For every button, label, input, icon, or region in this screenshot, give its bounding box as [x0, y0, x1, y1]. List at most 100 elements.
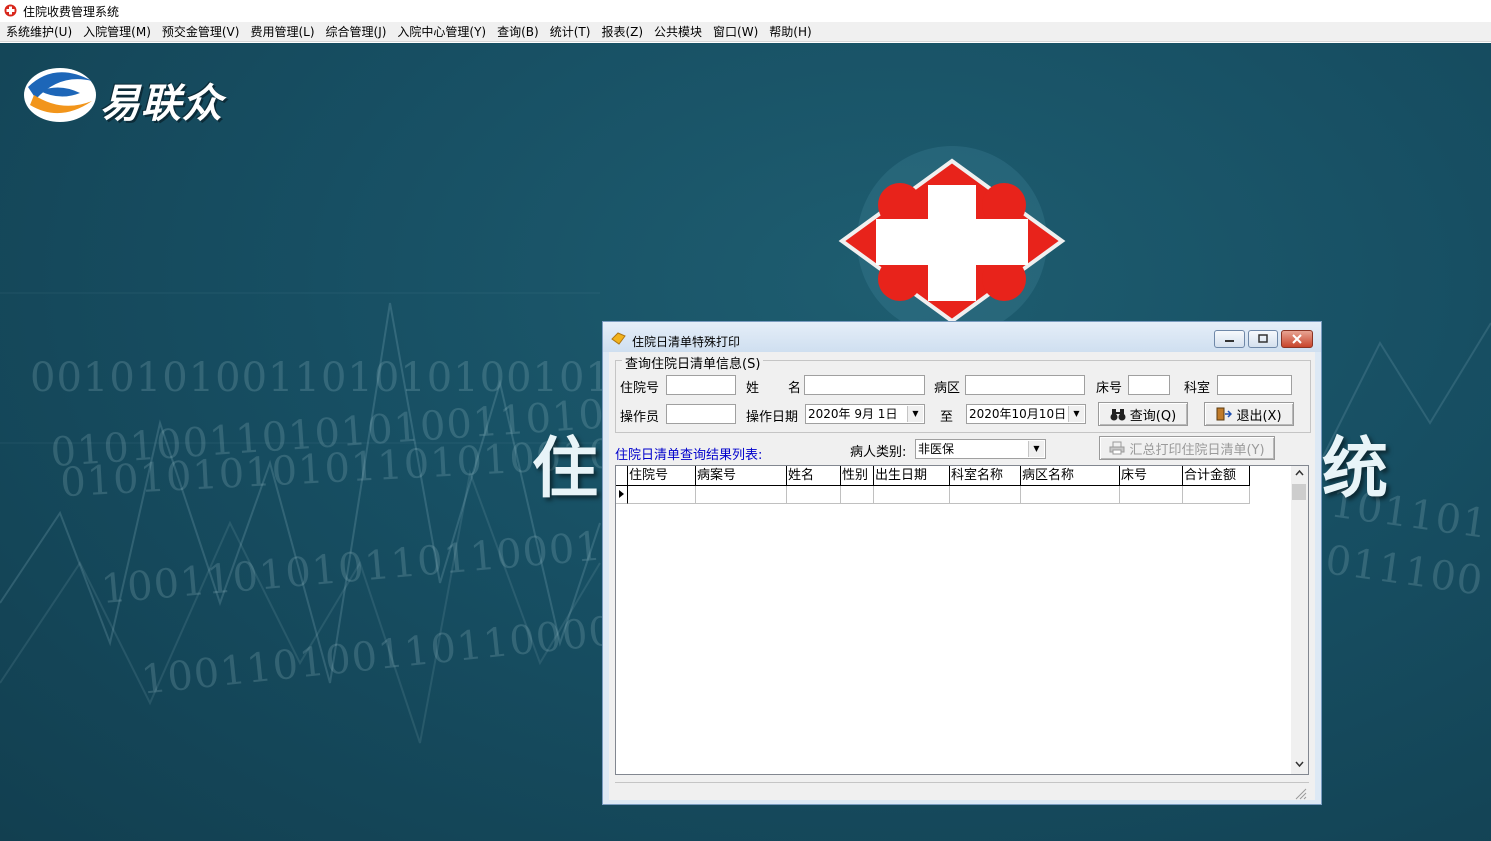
scrollbar-graphics [1292, 469, 1306, 768]
inpatient-no-label: 住院号 [620, 381, 660, 396]
menu-help[interactable]: 帮助(H) [765, 23, 818, 40]
col-record-no[interactable]: 病案号 [696, 466, 787, 486]
name-label-a: 姓 [746, 381, 760, 396]
date-to-value: 2020年10月10日 [969, 407, 1067, 421]
exit-button-label: 退出(X) [1236, 408, 1282, 424]
row-indicator [616, 486, 628, 504]
date-to-picker[interactable]: 2020年10月10日 ▼ [966, 404, 1086, 424]
dialog-titlebar[interactable]: 住院日清单特殊打印 [603, 322, 1321, 352]
logo-text: 易联众 [100, 81, 223, 127]
col-gender[interactable]: 性别 [841, 466, 874, 486]
menu-admission-center[interactable]: 入院中心管理(Y) [393, 23, 493, 40]
patient-type-value: 非医保 [918, 442, 955, 456]
col-total-amount[interactable]: 合计金额 [1183, 466, 1250, 486]
row-cell[interactable] [628, 486, 696, 504]
menu-reports[interactable]: 报表(Z) [597, 23, 650, 40]
col-dept-name[interactable]: 科室名称 [950, 466, 1021, 486]
results-grid[interactable]: 住院号 病案号 姓名 性别 出生日期 科室名称 病区名称 床号 合计金额 [615, 465, 1309, 775]
close-icon [1292, 334, 1302, 344]
dialog-app-icon [611, 332, 626, 345]
inpatient-no-input[interactable] [666, 375, 736, 395]
binoculars-icon [1110, 408, 1126, 420]
menu-system-maintenance[interactable]: 系统维护(U) [2, 23, 79, 40]
date-to-dropdown-icon[interactable]: ▼ [1068, 406, 1084, 422]
op-date-label: 操作日期 [746, 410, 799, 425]
row-cell[interactable] [841, 486, 874, 504]
maximize-icon [1258, 334, 1268, 343]
name-input[interactable] [804, 375, 925, 395]
date-from-dropdown-icon[interactable]: ▼ [907, 406, 923, 422]
bed-label: 床号 [1096, 381, 1123, 396]
red-cross-emblem [838, 146, 1066, 336]
operator-input[interactable] [666, 404, 736, 424]
dept-input[interactable] [1217, 375, 1292, 395]
ward-input[interactable] [965, 375, 1085, 395]
menu-public-module[interactable]: 公共模块 [650, 23, 709, 40]
daily-list-print-dialog: 住院日清单特殊打印 查询住院日清单信息(S) 住院号 姓 名 病区 床号 科室 [602, 321, 1322, 805]
menu-general[interactable]: 综合管理(J) [322, 23, 394, 40]
query-button[interactable]: 查询(Q) [1098, 402, 1188, 426]
scroll-up-icon [1295, 469, 1304, 476]
bed-input[interactable] [1128, 375, 1170, 395]
query-groupbox: 查询住院日清单信息(S) 住院号 姓 名 病区 床号 科室 操作员 操作日期 2… [615, 353, 1311, 433]
current-row-arrow-icon [619, 490, 624, 498]
row-cell[interactable] [696, 486, 787, 504]
row-cell[interactable] [1120, 486, 1183, 504]
menu-admission[interactable]: 入院管理(M) [79, 23, 158, 40]
col-name[interactable]: 姓名 [787, 466, 841, 486]
menu-fees[interactable]: 费用管理(L) [246, 23, 321, 40]
grid-header: 住院号 病案号 姓名 性别 出生日期 科室名称 病区名称 床号 合计金额 [616, 466, 1250, 486]
query-group-title: 查询住院日清单信息(S) [622, 353, 764, 372]
menu-deposit[interactable]: 预交金管理(V) [158, 23, 247, 40]
operator-label: 操作员 [620, 410, 660, 425]
scroll-thumb [1292, 484, 1306, 500]
result-list-label: 住院日清单查询结果列表: [615, 448, 763, 463]
scroll-down-icon [1295, 761, 1304, 768]
dialog-body: 查询住院日清单信息(S) 住院号 姓 名 病区 床号 科室 操作员 操作日期 2… [609, 352, 1315, 800]
name-label-b: 名 [788, 381, 802, 396]
logo-swirl-icon [24, 68, 96, 122]
col-ward-name[interactable]: 病区名称 [1021, 466, 1120, 486]
app-logo-icon [4, 4, 17, 17]
to-label: 至 [940, 410, 954, 425]
patient-type-dropdown-icon[interactable]: ▼ [1028, 441, 1044, 457]
print-summary-button[interactable]: 汇总打印住院日清单(Y) [1099, 436, 1275, 460]
menu-query[interactable]: 查询(B) [493, 23, 546, 40]
table-row[interactable] [616, 486, 1250, 504]
row-cell[interactable] [1183, 486, 1250, 504]
grid-corner [616, 466, 628, 486]
resize-grip-icon[interactable] [1293, 786, 1307, 800]
col-bed[interactable]: 床号 [1120, 466, 1183, 486]
date-from-value: 2020年 9月 1日 [808, 407, 898, 421]
row-cell[interactable] [1021, 486, 1120, 504]
app-title: 住院收费管理系统 [23, 5, 120, 19]
banner-char-right: 统 [1322, 430, 1388, 507]
dept-label: 科室 [1184, 381, 1211, 396]
exit-door-icon [1216, 407, 1233, 421]
col-inpatient-no[interactable]: 住院号 [628, 466, 696, 486]
patient-type-select[interactable]: 非医保 ▼ [915, 439, 1046, 459]
menubar: 系统维护(U) 入院管理(M) 预交金管理(V) 费用管理(L) 综合管理(J)… [0, 22, 1491, 42]
minimize-icon [1225, 340, 1234, 342]
row-cell[interactable] [950, 486, 1021, 504]
print-summary-label: 汇总打印住院日清单(Y) [1129, 442, 1265, 458]
app-titlebar: 住院收费管理系统 [0, 0, 1491, 22]
menu-statistics[interactable]: 统计(T) [546, 23, 598, 40]
grid-vertical-scrollbar[interactable] [1291, 466, 1308, 774]
menu-window[interactable]: 窗口(W) [709, 23, 765, 40]
query-button-label: 查询(Q) [1129, 408, 1177, 424]
minimize-button[interactable] [1214, 330, 1245, 348]
maximize-button[interactable] [1248, 330, 1278, 348]
col-birth-date[interactable]: 出生日期 [874, 466, 950, 486]
dialog-title: 住院日清单特殊打印 [632, 335, 741, 349]
exit-button[interactable]: 退出(X) [1204, 402, 1294, 426]
row-cell[interactable] [874, 486, 950, 504]
ward-label: 病区 [934, 381, 961, 396]
status-bar [615, 782, 1309, 801]
printer-icon [1109, 441, 1125, 455]
date-from-picker[interactable]: 2020年 9月 1日 ▼ [805, 404, 925, 424]
banner-char-left: 住 [532, 430, 598, 507]
close-button[interactable] [1281, 330, 1313, 348]
patient-type-label: 病人类别: [850, 445, 907, 460]
row-cell[interactable] [787, 486, 841, 504]
